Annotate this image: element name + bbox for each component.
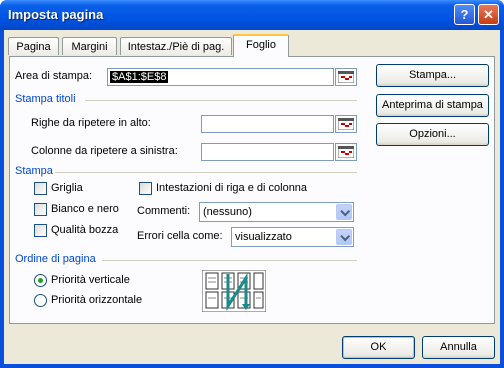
tab-margini[interactable]: Margini bbox=[62, 37, 117, 55]
rows-repeat-field[interactable] bbox=[201, 115, 334, 133]
tab-intestazioni[interactable]: Intestaz./Piè di pag. bbox=[120, 37, 232, 55]
page-order-group: Ordine di pagina bbox=[15, 253, 96, 265]
collapse-dialog-icon[interactable] bbox=[335, 143, 357, 161]
chevron-down-icon[interactable] bbox=[336, 229, 352, 245]
window-title: Imposta pagina bbox=[8, 7, 104, 22]
print-area-label: Area di stampa: bbox=[15, 70, 93, 82]
divider bbox=[85, 100, 357, 101]
collapse-dialog-icon[interactable] bbox=[335, 115, 357, 133]
options-button[interactable]: Opzioni... bbox=[376, 123, 489, 146]
cancel-button[interactable]: Annulla bbox=[422, 336, 495, 359]
down-then-over-label: Priorità verticale bbox=[51, 274, 130, 286]
gridlines-checkbox[interactable] bbox=[34, 182, 47, 195]
divider bbox=[102, 260, 357, 261]
dialog-client: Pagina Margini Intestaz./Piè di pag. Fog… bbox=[4, 30, 500, 364]
collapse-dialog-icon[interactable] bbox=[335, 68, 357, 86]
draft-checkbox[interactable] bbox=[34, 224, 47, 237]
print-area-field[interactable]: $A$1:$E$8 bbox=[107, 68, 334, 86]
headings-label: Intestazioni di riga e di colonna bbox=[156, 182, 308, 194]
rows-repeat-label: Righe da ripetere in alto: bbox=[31, 117, 151, 129]
print-titles-group: Stampa titoli bbox=[15, 93, 76, 105]
print-preview-button[interactable]: Anteprima di stampa bbox=[376, 94, 489, 117]
comments-value: (nessuno) bbox=[203, 206, 252, 218]
cols-repeat-label: Colonne da ripetere a sinistra: bbox=[31, 145, 178, 157]
errors-value: visualizzato bbox=[235, 231, 292, 243]
dialog-window: Imposta pagina ? ✕ Pagina Margini Intest… bbox=[0, 0, 504, 368]
comments-select[interactable]: (nessuno) bbox=[199, 202, 354, 222]
over-then-down-label: Priorità orizzontale bbox=[51, 294, 143, 306]
page-order-icon bbox=[201, 269, 267, 313]
draft-label: Qualità bozza bbox=[51, 224, 119, 236]
print-group: Stampa bbox=[15, 165, 53, 177]
print-button[interactable]: Stampa... bbox=[376, 64, 489, 87]
bw-label: Bianco e nero bbox=[51, 203, 119, 215]
errors-select[interactable]: visualizzato bbox=[231, 227, 354, 247]
headings-checkbox[interactable] bbox=[139, 182, 152, 195]
chevron-down-icon[interactable] bbox=[336, 204, 352, 220]
help-icon[interactable]: ? bbox=[454, 4, 475, 25]
over-then-down-radio[interactable] bbox=[34, 294, 47, 307]
comments-label: Commenti: bbox=[137, 205, 191, 217]
print-area-value: $A$1:$E$8 bbox=[110, 71, 169, 83]
gridlines-label: Griglia bbox=[51, 182, 83, 194]
divider bbox=[55, 172, 357, 173]
down-then-over-radio[interactable] bbox=[34, 274, 47, 287]
close-icon[interactable]: ✕ bbox=[478, 4, 499, 25]
cols-repeat-field[interactable] bbox=[201, 143, 334, 161]
tab-pagina[interactable]: Pagina bbox=[8, 37, 59, 55]
title-bar[interactable]: Imposta pagina ? ✕ bbox=[0, 0, 504, 30]
errors-label: Errori cella come: bbox=[137, 230, 223, 242]
bw-checkbox[interactable] bbox=[34, 203, 47, 216]
ok-button[interactable]: OK bbox=[342, 336, 415, 359]
tab-foglio[interactable]: Foglio bbox=[233, 34, 289, 57]
